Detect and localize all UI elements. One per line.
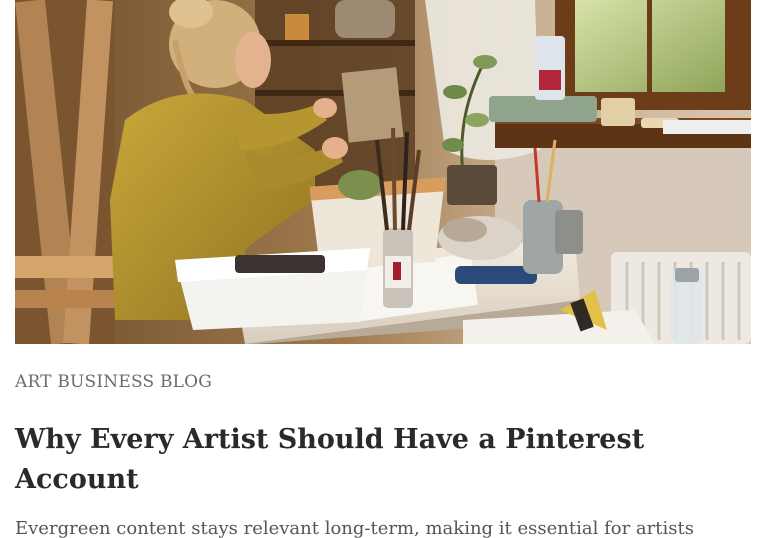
- article-excerpt: Evergreen content stays relevant long-te…: [15, 518, 694, 538]
- article-card: ART BUSINESS BLOG Why Every Artist Shoul…: [0, 0, 768, 538]
- article-category[interactable]: ART BUSINESS BLOG: [15, 372, 212, 392]
- article-hero-image[interactable]: [15, 0, 751, 344]
- article-title[interactable]: Why Every Artist Should Have a Pinterest…: [15, 420, 715, 500]
